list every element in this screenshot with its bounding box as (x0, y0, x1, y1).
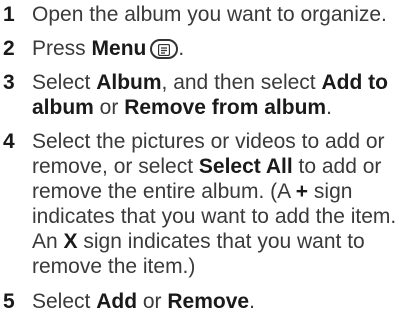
step-number: 5 (3, 290, 15, 313)
select-all-label: Select All (198, 155, 293, 178)
step-1-text: Open the album you want to organize. (32, 3, 387, 26)
step-number: 3 (3, 71, 15, 94)
step-5-suffix: . (249, 290, 255, 313)
step-4-line-3: remove the entire album. (A (32, 180, 296, 203)
step-text: Open the album you want to organize. (32, 2, 409, 27)
step-4-line-1: Select the pictures or videos to add or (32, 130, 385, 153)
step-4-line-5a: An (32, 230, 64, 253)
step-5-prefix: Select (32, 290, 97, 313)
step-3: 3 Select Album, and then select Add to al… (0, 70, 409, 120)
step-3-suffix: . (326, 96, 332, 119)
step-4: 4 Select the pictures or videos to add o… (0, 129, 409, 279)
step-3-prefix: Select (32, 71, 97, 94)
step-4-line-4: indicates that you want to add the item. (32, 205, 397, 228)
step-2-prefix: Press (32, 37, 92, 60)
add-label: Add (96, 290, 138, 313)
add-to-label: Add to (321, 71, 388, 94)
step-4-line-2a: remove, or select (32, 155, 199, 178)
step-4-line-5c: sign indicates that you want to (77, 230, 365, 253)
step-2: 2 Press Menu. (0, 36, 409, 61)
remove-label: Remove (167, 290, 250, 313)
plus-sign: + (295, 180, 309, 203)
menu-key-icon (150, 39, 179, 59)
step-5: 5 Select Add or Remove. (0, 289, 409, 314)
menu-label: Menu (91, 37, 147, 60)
step-4-line-2c: to add or (292, 155, 382, 178)
step-5-or: or (137, 290, 168, 313)
step-text: Select the pictures or videos to add or r… (32, 129, 409, 279)
instruction-steps: 1 Open the album you want to organize. 2… (0, 0, 409, 318)
album-label-2: album (32, 96, 94, 119)
remove-from-album-label: Remove from album (124, 96, 327, 119)
step-text: Press Menu. (32, 36, 409, 61)
step-1: 1 Open the album you want to organize. (0, 2, 409, 27)
step-3-middle: , and then select (161, 71, 322, 94)
step-number: 1 (3, 3, 15, 26)
album-label: Album (96, 71, 162, 94)
step-4-line-6: remove the item.) (32, 255, 196, 278)
step-2-suffix: . (178, 37, 185, 60)
step-number: 4 (3, 130, 15, 153)
step-text: Select Album, and then select Add to albu… (32, 70, 409, 120)
step-number: 2 (3, 37, 15, 60)
step-text: Select Add or Remove. (32, 289, 409, 314)
step-4-line-3c: sign (308, 180, 353, 203)
x-sign: X (63, 230, 78, 253)
step-3-or: or (93, 96, 125, 119)
